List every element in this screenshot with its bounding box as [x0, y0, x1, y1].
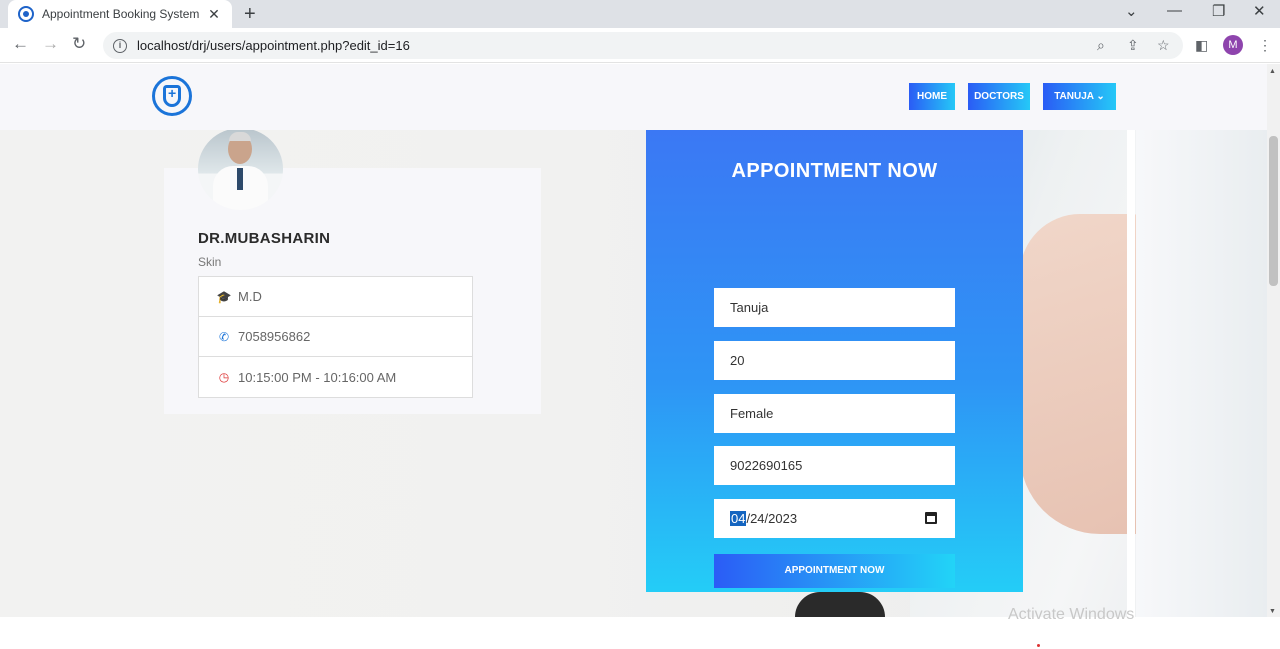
doctor-phone: 7058956862: [238, 329, 311, 344]
form-title: APPOINTMENT NOW: [731, 160, 938, 182]
phone-icon: ✆: [218, 329, 230, 344]
window-close-icon[interactable]: ✕: [1253, 2, 1266, 20]
doctor-timing: 10:15:00 PM - 10:16:00 AM: [238, 369, 397, 385]
doctor-degree: M.D: [238, 289, 262, 304]
scroll-down-icon[interactable]: ▼: [1269, 608, 1276, 615]
graduation-cap-icon: 🎓: [216, 289, 232, 304]
profile-avatar[interactable]: M: [1223, 35, 1243, 55]
nav-home-button[interactable]: HOME: [909, 83, 955, 110]
date-field[interactable]: 04/24/2023: [714, 499, 955, 538]
browser-toolbar: ← → ↻ i localhost/drj/users/appointment.…: [0, 28, 1280, 63]
gender-field[interactable]: Female: [714, 394, 955, 433]
url-text: localhost/drj/users/appointment.php?edit…: [137, 38, 410, 53]
calendar-icon[interactable]: [925, 512, 937, 524]
reload-icon[interactable]: ↻: [72, 34, 86, 54]
appointment-form-panel: APPOINTMENT NOW Tanuja 20 Female 9022690…: [646, 130, 1023, 592]
doctor-info-list: 🎓 M.D ✆ 7058956862 ◷ 10:15:00 PM - 10:16…: [198, 276, 473, 398]
photo-dark-shape: [795, 592, 885, 617]
side-panel-icon[interactable]: ◧: [1195, 37, 1208, 54]
new-tab-icon[interactable]: +: [244, 3, 256, 26]
photo-hair-shape: [229, 132, 251, 141]
appointment-submit-button[interactable]: APPOINTMENT NOW: [714, 554, 955, 588]
address-bar[interactable]: i localhost/drj/users/appointment.php?ed…: [103, 32, 1183, 59]
site-info-icon[interactable]: i: [113, 38, 127, 53]
date-month-segment[interactable]: 04: [730, 511, 747, 526]
close-tab-icon[interactable]: ✕: [206, 6, 222, 23]
name-field[interactable]: Tanuja: [714, 288, 955, 327]
logo-shield-icon: [163, 85, 181, 107]
photo-coat: [1136, 130, 1267, 617]
restore-icon[interactable]: ❐: [1212, 2, 1225, 20]
bookmark-star-icon[interactable]: ☆: [1157, 37, 1170, 54]
page-scrollbar[interactable]: ▲ ▼: [1267, 64, 1280, 617]
favicon-icon: [18, 6, 34, 22]
tab-search-icon[interactable]: ⌄: [1125, 2, 1138, 20]
share-icon[interactable]: ⇪: [1127, 37, 1139, 54]
activate-windows-watermark: Activate Windows: [1008, 606, 1135, 623]
scroll-thumb[interactable]: [1269, 136, 1278, 286]
scroll-up-icon[interactable]: ▲: [1269, 68, 1276, 75]
date-rest-segment[interactable]: /24/2023: [746, 511, 797, 526]
clock-icon: ◷: [218, 370, 230, 384]
doctor-photo: [198, 128, 283, 210]
doctor-name: DR.MUBASHARIN: [198, 230, 331, 247]
page-viewport: HOME DOCTORS TANUJA ⌄ DR.MUBASHARIN Skin…: [0, 64, 1267, 617]
doctor-specialty: Skin: [198, 255, 222, 269]
tab-title: Appointment Booking System: [42, 7, 200, 21]
list-item: ◷ 10:15:00 PM - 10:16:00 AM: [199, 357, 472, 397]
menu-kebab-icon[interactable]: ⋮: [1258, 37, 1272, 54]
list-item: ✆ 7058956862: [199, 317, 472, 357]
age-field[interactable]: 20: [714, 341, 955, 380]
red-dot: [1037, 644, 1040, 647]
nav-user-menu-button[interactable]: TANUJA ⌄: [1043, 83, 1116, 110]
photo-frame-stripe: [1127, 130, 1135, 617]
nav-doctors-button[interactable]: DOCTORS: [968, 83, 1030, 110]
list-item: 🎓 M.D: [199, 277, 472, 317]
photo-tie-shape: [237, 168, 243, 190]
site-navbar: HOME DOCTORS TANUJA ⌄: [0, 64, 1267, 130]
forward-icon[interactable]: →: [42, 34, 59, 54]
back-icon[interactable]: ←: [12, 34, 29, 54]
minimize-icon[interactable]: —: [1167, 2, 1182, 19]
zoom-icon[interactable]: ⌕: [1097, 37, 1105, 54]
site-logo-icon[interactable]: [152, 76, 192, 116]
browser-tab-bar: Appointment Booking System ✕ + ⌄ — ❐ ✕: [0, 0, 1280, 28]
browser-tab[interactable]: Appointment Booking System ✕: [8, 0, 232, 28]
phone-field[interactable]: 9022690165: [714, 446, 955, 485]
